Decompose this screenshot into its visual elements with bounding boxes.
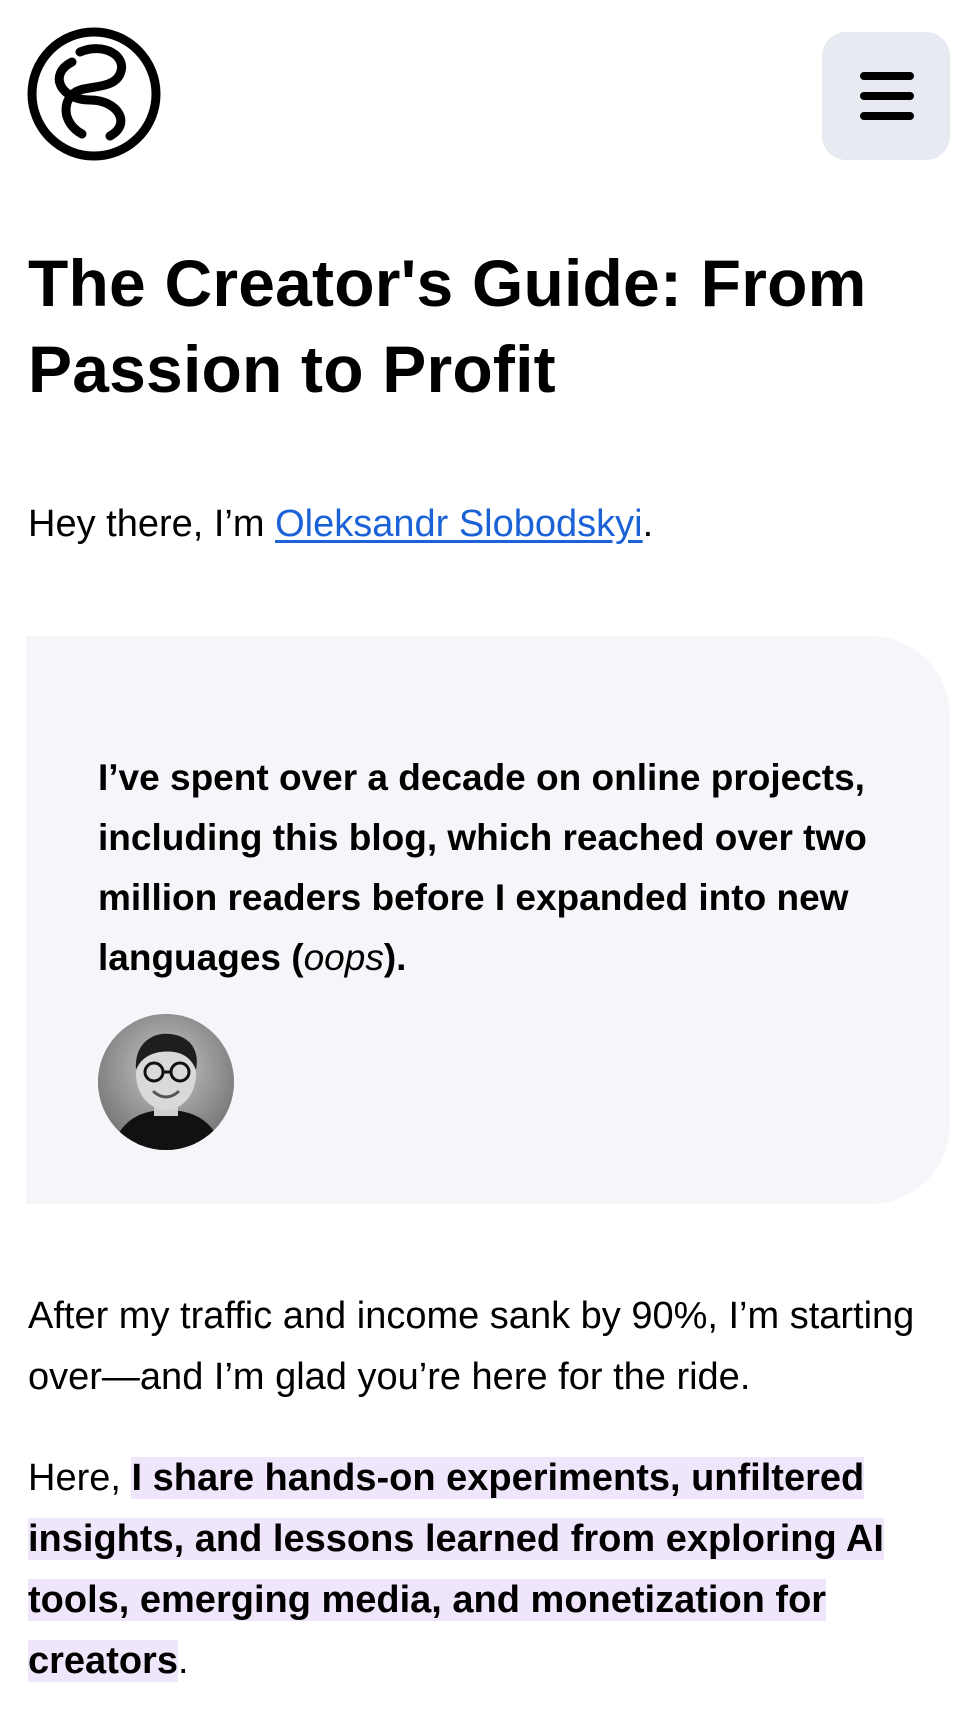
author-avatar — [98, 1014, 234, 1150]
mission-suffix: . — [177, 1640, 189, 1682]
mission-highlight: I share hands-on experiments, unfiltered… — [28, 1457, 884, 1682]
author-bio-card: I’ve spent over a decade on online proje… — [26, 636, 950, 1204]
site-logo-icon[interactable] — [26, 26, 162, 162]
intro-suffix: . — [642, 503, 654, 545]
intro-prefix: Hey there, I’m — [28, 503, 276, 545]
hamburger-bar — [860, 92, 914, 100]
site-header — [0, 0, 972, 170]
hamburger-menu-icon — [860, 72, 914, 80]
hamburger-bar — [860, 112, 914, 120]
bio-text-end: ). — [383, 937, 407, 978]
intro-text: Hey there, I’m Oleksandr Slobodskyi. — [28, 496, 948, 552]
bio-text-main: I’ve spent over a decade on online proje… — [98, 757, 867, 978]
mission-paragraph: Here, I share hands-on experiments, unfi… — [28, 1448, 958, 1692]
author-avatar-photo — [98, 1014, 234, 1150]
mission-prefix: Here, — [28, 1457, 132, 1499]
story-paragraph: After my traffic and income sank by 90%,… — [28, 1295, 915, 1398]
author-link[interactable]: Oleksandr Slobodskyi — [275, 503, 643, 545]
page-title: The Creator's Guide: From Passion to Pro… — [28, 246, 867, 406]
hamburger-menu-button[interactable] — [822, 32, 950, 160]
bio-text: I’ve spent over a decade on online proje… — [98, 748, 918, 988]
bio-text-italic: oops — [303, 937, 384, 978]
